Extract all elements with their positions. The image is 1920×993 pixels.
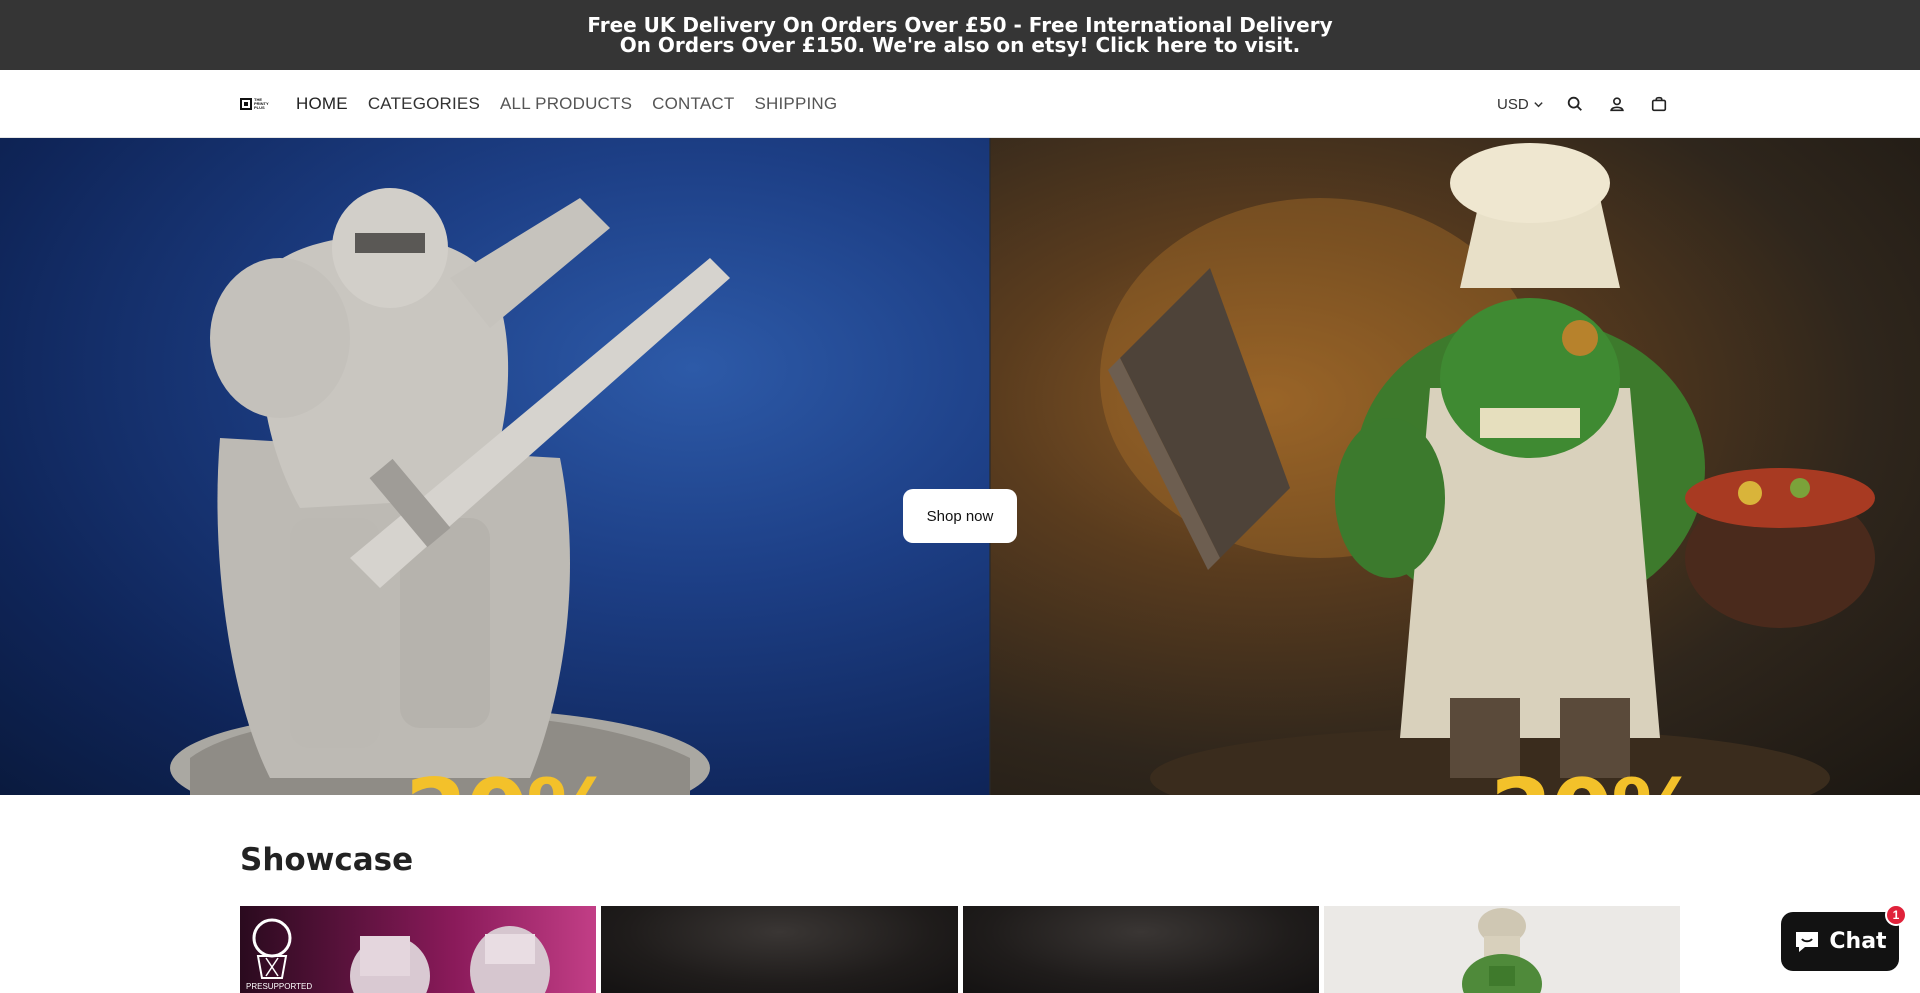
site-header: THE PRINTY PLUS HOME CATEGORIES ALL PROD… bbox=[0, 70, 1920, 138]
chat-widget-button[interactable]: Chat 1 bbox=[1781, 904, 1907, 971]
showcase-card[interactable]: PRESUPPORTED bbox=[240, 906, 597, 993]
nav-home[interactable]: HOME bbox=[296, 94, 348, 114]
nav-categories[interactable]: CATEGORIES bbox=[368, 94, 480, 114]
chat-label: Chat bbox=[1829, 929, 1887, 954]
sale-text-right: 20% bbox=[1490, 768, 1701, 796]
chat-bubble-icon bbox=[1796, 931, 1819, 952]
showcase-grid: PRESUPPORTED bbox=[240, 906, 1680, 993]
chevron-down-icon bbox=[1533, 101, 1543, 107]
showcase-heading: Showcase bbox=[240, 842, 414, 878]
store-logo[interactable]: THE PRINTY PLUS bbox=[240, 96, 272, 112]
header-tools: USD bbox=[1497, 70, 1690, 138]
hero-divider bbox=[989, 138, 991, 795]
knight-miniature-illustration bbox=[170, 188, 730, 795]
presupported-label: PRESUPPORTED bbox=[246, 982, 313, 991]
hero-image-orc-chef bbox=[990, 138, 1920, 795]
logo-mark-icon bbox=[240, 98, 252, 110]
chat-notification-badge: 1 bbox=[1885, 904, 1907, 926]
logo-text: THE PRINTY PLUS bbox=[254, 97, 269, 110]
hero-banner[interactable]: 20% 20% Shop now bbox=[0, 138, 1920, 795]
hero-image-knight bbox=[0, 138, 990, 795]
orc-chef-miniature-illustration bbox=[1100, 143, 1875, 795]
currency-label: USD bbox=[1497, 95, 1529, 113]
showcase-card[interactable] bbox=[962, 906, 1319, 993]
miniatures-group-illustration bbox=[350, 926, 550, 993]
sale-text-left: 20% bbox=[405, 768, 616, 796]
showcase-card[interactable] bbox=[1323, 906, 1680, 993]
showcase-card[interactable] bbox=[601, 906, 958, 993]
announcement-link[interactable]: Free UK Delivery On Orders Over £50 - Fr… bbox=[587, 15, 1332, 55]
nav-shipping[interactable]: SHIPPING bbox=[754, 94, 837, 114]
cart-icon[interactable] bbox=[1648, 93, 1670, 115]
main-nav: HOME CATEGORIES ALL PRODUCTS CONTACT SHI… bbox=[296, 70, 857, 138]
announcement-bar: Free UK Delivery On Orders Over £50 - Fr… bbox=[0, 0, 1920, 70]
nav-contact[interactable]: CONTACT bbox=[652, 94, 734, 114]
announcement-line-2: On Orders Over £150. We're also on etsy!… bbox=[619, 33, 1301, 57]
shop-now-button[interactable]: Shop now bbox=[903, 489, 1017, 543]
account-icon[interactable] bbox=[1606, 93, 1628, 115]
search-icon[interactable] bbox=[1564, 93, 1586, 115]
currency-selector[interactable]: USD bbox=[1497, 96, 1544, 113]
orc-chef-thumbnail-illustration bbox=[1461, 908, 1542, 993]
nav-all-products[interactable]: ALL PRODUCTS bbox=[500, 94, 632, 114]
presupported-logo-icon bbox=[252, 918, 292, 979]
